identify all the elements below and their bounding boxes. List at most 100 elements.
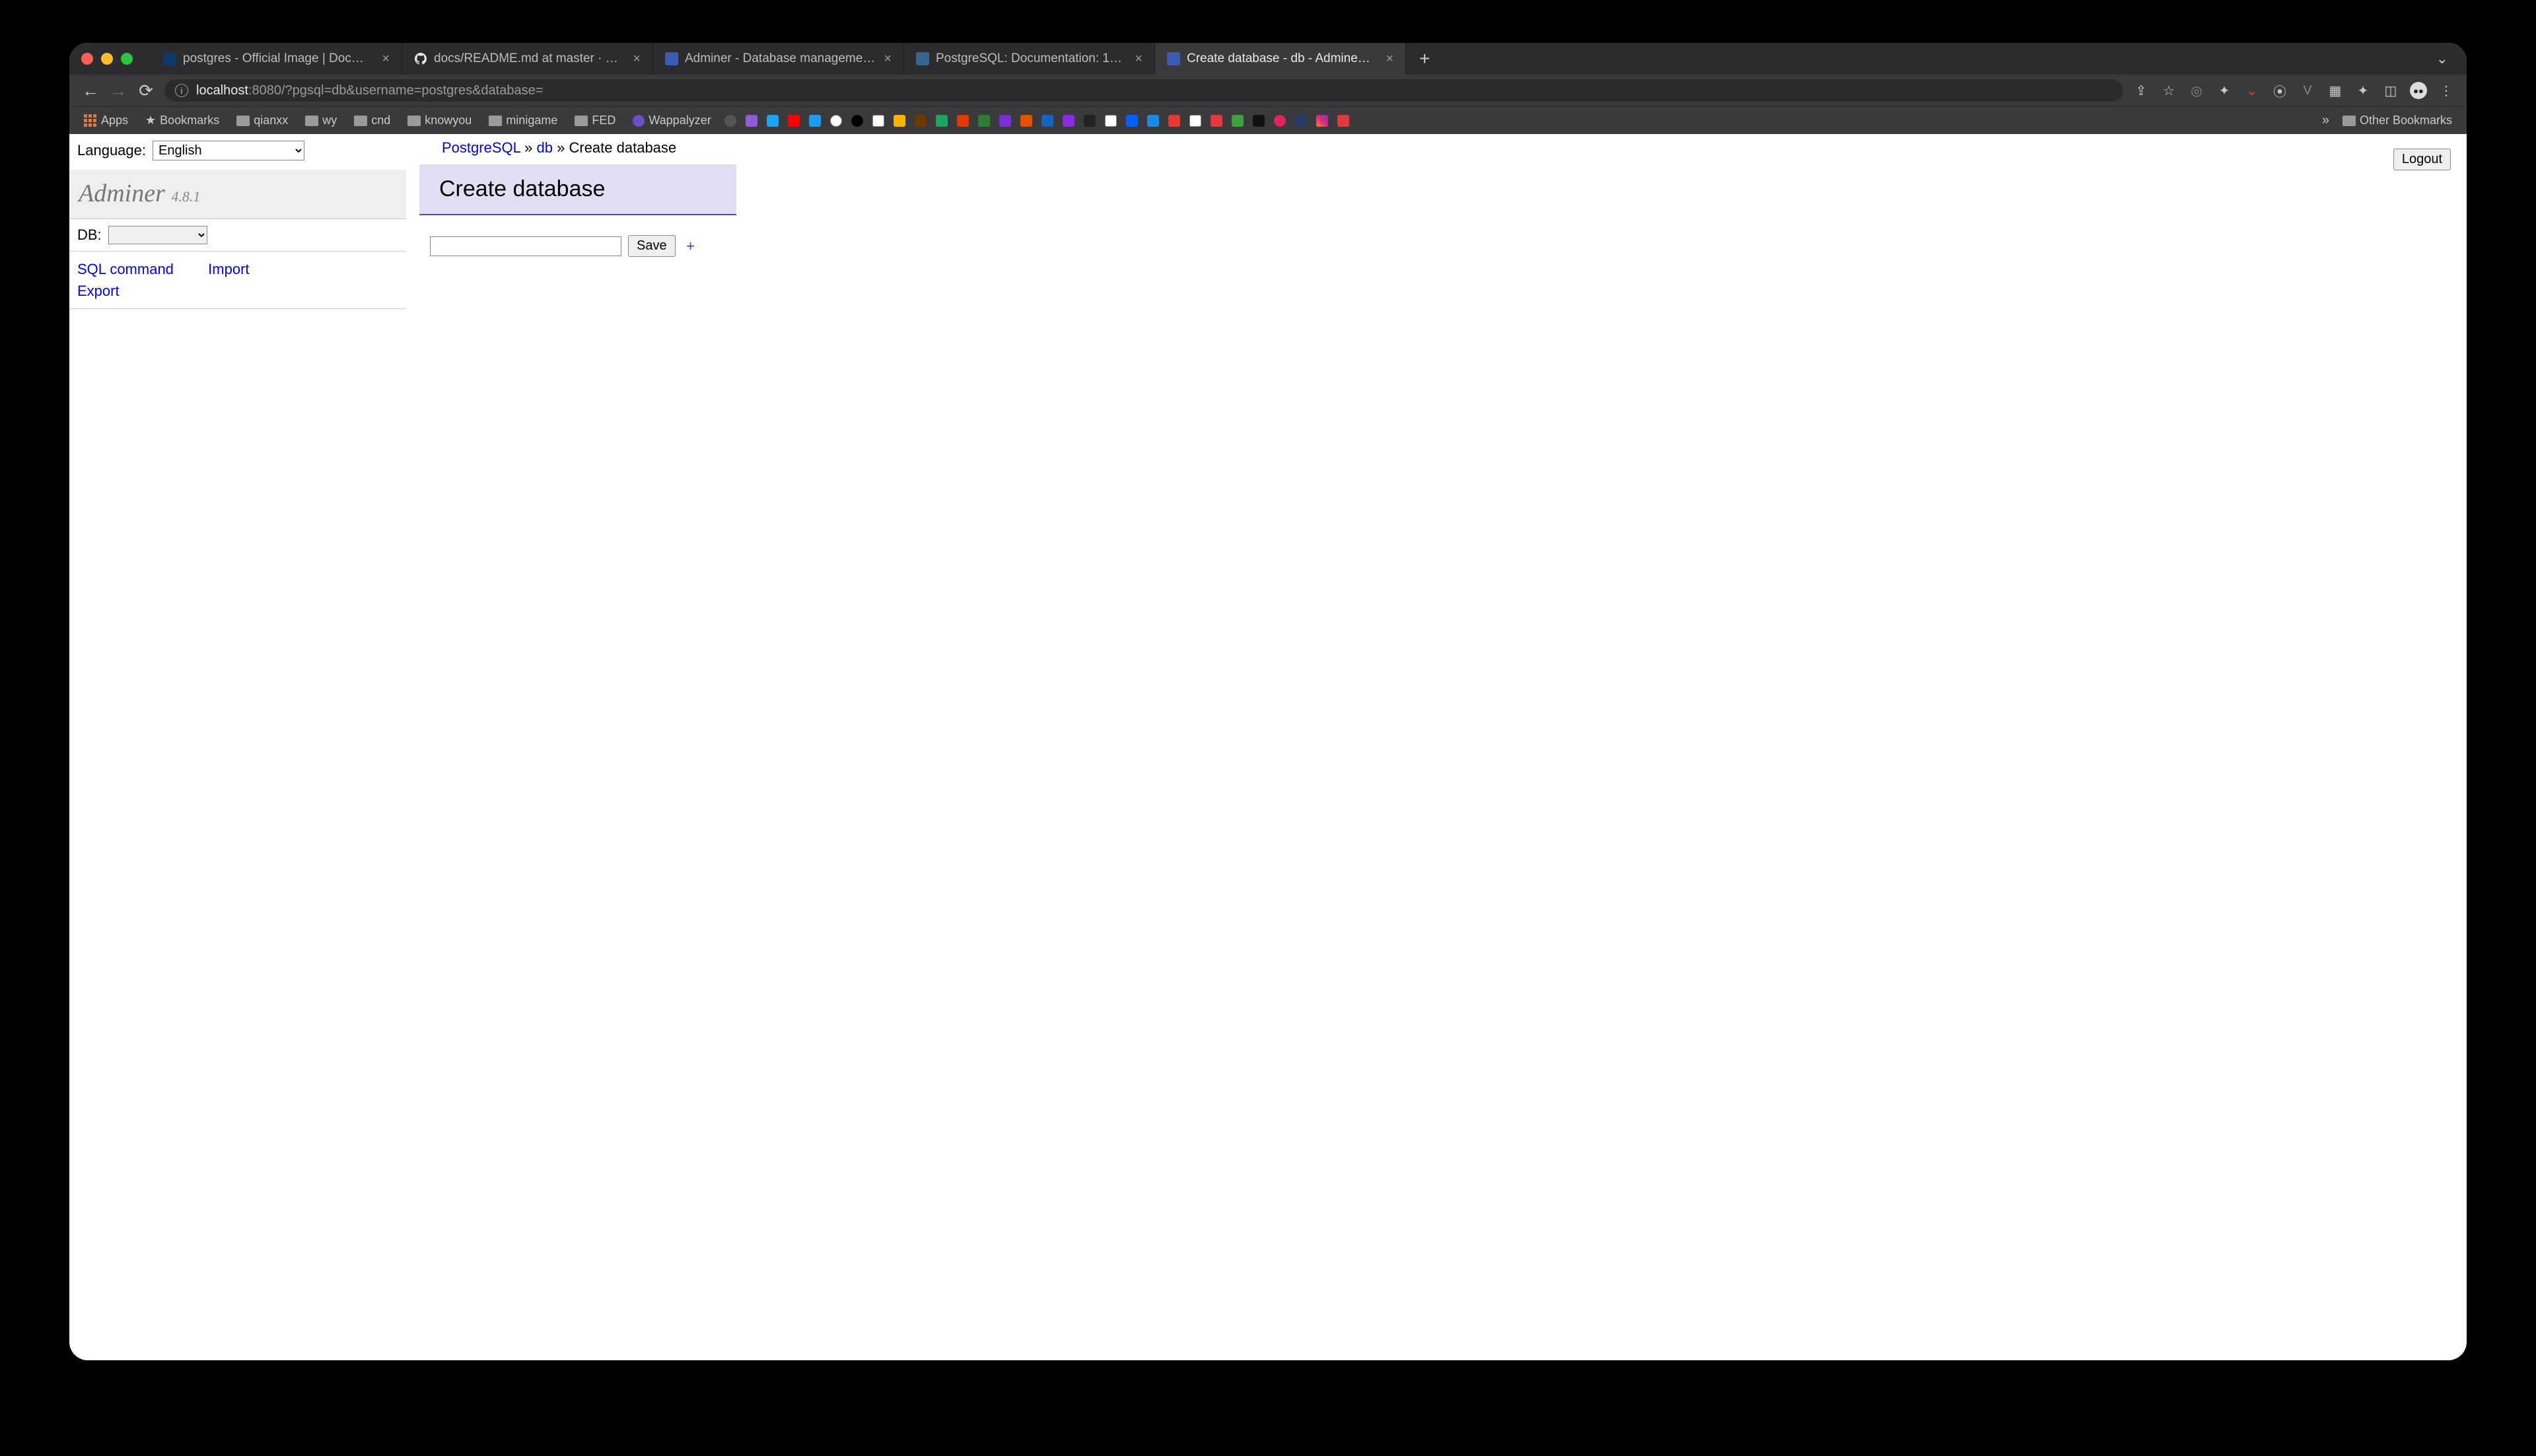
breadcrumb: PostgreSQL » db » Create database	[419, 137, 2467, 160]
browser-toolbar: ← → ⟳ i localhost:8080/?pgsql=db&usernam…	[69, 75, 2467, 106]
star-icon: ★	[145, 114, 156, 127]
tab-github-readme[interactable]: docs/README.md at master · … ×	[402, 43, 653, 75]
tab-create-database[interactable]: Create database - db - Admine… ×	[1155, 43, 1406, 75]
other-bookmarks[interactable]: Other Bookmarks	[2339, 112, 2456, 129]
site-info-icon[interactable]: i	[175, 84, 188, 97]
wappalyzer-bookmark[interactable]: Wappalyzer	[629, 112, 715, 129]
apps-label: Apps	[101, 114, 128, 127]
extensions-puzzle-icon[interactable]: ✦	[2354, 82, 2372, 99]
import-link[interactable]: Import	[208, 261, 249, 277]
tab-postgres-docs[interactable]: PostgreSQL: Documentation: 1… ×	[904, 43, 1155, 75]
bookmarks-label: Bookmarks	[160, 114, 219, 127]
bookmark-icon[interactable]	[1189, 115, 1201, 127]
bookmark-icon[interactable]	[999, 115, 1011, 127]
github-icon	[414, 52, 427, 65]
bookmark-icon[interactable]	[1105, 115, 1117, 127]
bookmark-icon[interactable]	[1147, 115, 1159, 127]
extension-icon[interactable]: ⦿	[2271, 82, 2288, 99]
extension-icon[interactable]: ▦	[2327, 82, 2344, 99]
bookmark-icon[interactable]	[1232, 115, 1244, 127]
db-select[interactable]	[108, 226, 207, 244]
export-link[interactable]: Export	[77, 283, 120, 299]
bookmark-icon[interactable]	[1337, 115, 1349, 127]
bookmark-star-icon[interactable]: ☆	[2160, 82, 2177, 99]
tab-postgres-image[interactable]: postgres - Official Image | Doc… ×	[151, 43, 402, 75]
extension-icon[interactable]: ✦	[2216, 82, 2233, 99]
close-icon[interactable]: ×	[1386, 52, 1393, 67]
overflow-icon[interactable]: »	[2322, 113, 2329, 128]
tab-adminer-home[interactable]: Adminer - Database manageme… ×	[653, 43, 904, 75]
forward-button[interactable]: →	[109, 81, 127, 101]
side-panel-icon[interactable]: ◫	[2382, 82, 2399, 99]
bookmark-label: Wappalyzer	[649, 114, 711, 127]
save-button[interactable]: Save	[628, 235, 676, 257]
close-window-icon[interactable]	[81, 53, 93, 65]
sql-command-link[interactable]: SQL command	[77, 261, 174, 277]
bookmark-icon[interactable]	[1041, 115, 1053, 127]
close-icon[interactable]: ×	[1135, 52, 1143, 67]
reload-button[interactable]: ⟳	[137, 81, 155, 101]
bookmark-icon[interactable]	[1063, 115, 1074, 127]
page-content: Logout Language: English Adminer 4.8.1 D…	[69, 134, 2467, 1360]
address-bar[interactable]: i localhost:8080/?pgsql=db&username=post…	[164, 79, 2123, 102]
add-icon[interactable]: +	[682, 238, 699, 255]
apps-grid-icon	[84, 114, 97, 127]
profile-avatar[interactable]: ●●	[2410, 82, 2427, 99]
bookmark-icon[interactable]	[1295, 115, 1307, 127]
bookmark-icon[interactable]	[1168, 115, 1180, 127]
bookmark-icon[interactable]	[788, 115, 800, 127]
bookmark-icon[interactable]	[1211, 115, 1222, 127]
bookmark-icon[interactable]	[1084, 115, 1096, 127]
tab-overflow[interactable]: ⌄	[2436, 50, 2455, 67]
bookmark-icon[interactable]	[1126, 115, 1138, 127]
share-icon[interactable]: ⇪	[2132, 82, 2150, 99]
bookmark-folder[interactable]: knowyou	[404, 112, 476, 129]
bookmark-icon[interactable]	[767, 115, 779, 127]
zoom-window-icon[interactable]	[121, 53, 133, 65]
bookmark-icon[interactable]	[978, 115, 990, 127]
database-name-input[interactable]	[430, 236, 621, 256]
bookmark-folder[interactable]: wy	[301, 112, 341, 129]
close-icon[interactable]: ×	[382, 52, 390, 67]
chevron-down-icon: ⌄	[2436, 50, 2448, 67]
close-icon[interactable]: ×	[884, 52, 892, 67]
favicon-icon	[163, 52, 176, 65]
bookmark-icon[interactable]	[894, 115, 905, 127]
extension-icon[interactable]: V	[2299, 82, 2316, 99]
bookmark-icon[interactable]	[915, 115, 927, 127]
bookmark-icon[interactable]	[936, 115, 948, 127]
language-select[interactable]: English	[153, 141, 304, 160]
bookmark-folder[interactable]: qianxx	[232, 112, 292, 129]
breadcrumb-db[interactable]: db	[537, 139, 553, 156]
bookmark-folder[interactable]: cnd	[350, 112, 394, 129]
bookmark-icon[interactable]	[957, 115, 969, 127]
bookmark-icon[interactable]	[1253, 115, 1265, 127]
bookmark-icon[interactable]	[851, 115, 863, 127]
sidebar: Language: English Adminer 4.8.1 DB: SQL …	[69, 134, 406, 309]
bookmark-folder[interactable]: FED	[571, 112, 619, 129]
bookmark-icon[interactable]	[724, 115, 736, 127]
back-button[interactable]: ←	[81, 81, 100, 101]
extension-icon[interactable]: ◎	[2188, 82, 2205, 99]
bookmarks-menu[interactable]: ★ Bookmarks	[141, 112, 223, 129]
close-icon[interactable]: ×	[633, 52, 641, 67]
bookmark-icon[interactable]	[1020, 115, 1032, 127]
folder-label: minigame	[506, 114, 557, 127]
apps-shortcut[interactable]: Apps	[80, 112, 132, 129]
bookmark-icon[interactable]	[1274, 115, 1286, 127]
bookmark-icon[interactable]	[746, 115, 757, 127]
bookmark-icon[interactable]	[872, 115, 884, 127]
menu-icon[interactable]: ⋮	[2438, 82, 2455, 99]
bookmark-icon[interactable]	[809, 115, 821, 127]
bookmark-icon[interactable]	[1316, 115, 1328, 127]
breadcrumb-root[interactable]: PostgreSQL	[442, 139, 520, 156]
new-tab-button[interactable]: +	[1406, 48, 1443, 69]
minimize-window-icon[interactable]	[101, 53, 113, 65]
folder-label: qianxx	[254, 114, 288, 127]
pocket-icon[interactable]: ⌄	[2243, 82, 2261, 99]
bookmark-icon[interactable]	[830, 115, 842, 127]
url-text: localhost:8080/?pgsql=db&username=postgr…	[196, 83, 543, 98]
bookmark-folder[interactable]: minigame	[485, 112, 561, 129]
language-selector: Language: English	[69, 134, 406, 167]
db-selector: DB:	[69, 219, 406, 252]
